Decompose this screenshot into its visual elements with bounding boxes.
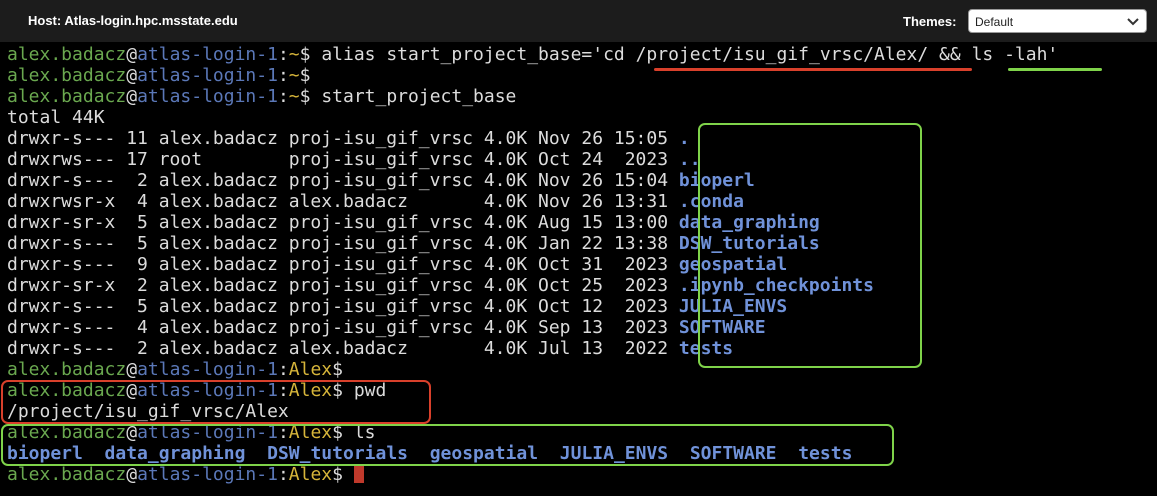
prompt-sep: : xyxy=(277,464,289,485)
prompt-path: ~ xyxy=(288,86,300,107)
session-header: Host: Atlas-login.hpc.msstate.edu Themes… xyxy=(0,0,1157,42)
prompt-host: atlas-login-1 xyxy=(137,359,278,380)
command-text: alias start_project_base='cd xyxy=(310,44,636,65)
listing-row-name: . xyxy=(678,128,690,149)
prompt-line-current: alex.badacz@atlas-login-1:Alex$ xyxy=(7,464,1157,485)
listing-row-info: drwxr-s--- 5 alex.badacz proj-isu_gif_vr… xyxy=(7,296,679,317)
listing-row-info: drwxr-sr-x 2 alex.badacz proj-isu_gif_vr… xyxy=(7,275,679,296)
prompt-host: atlas-login-1 xyxy=(137,86,278,107)
prompt-path: Alex xyxy=(288,464,333,485)
ls-annotation-box xyxy=(1,424,894,466)
prompt-path: Alex xyxy=(288,359,333,380)
listing-row: drwxrwsr-x 4 alex.badacz alex.badacz 4.0… xyxy=(7,191,1157,212)
prompt-user: alex.badacz xyxy=(7,44,127,65)
listing-row: drwxr-s--- 4 alex.badacz proj-isu_gif_vr… xyxy=(7,317,1157,338)
listing-row-info: drwxr-s--- 2 alex.badacz proj-isu_gif_vr… xyxy=(7,170,679,191)
theme-select-value: Default xyxy=(975,15,1014,29)
prompt-user: alex.badacz xyxy=(7,65,127,86)
prompt-host: atlas-login-1 xyxy=(137,65,278,86)
prompt-line-alias: alex.badacz@atlas-login-1:~$ alias start… xyxy=(7,44,1157,65)
command-text: start_project_base xyxy=(310,86,517,107)
prompt-user: alex.badacz xyxy=(7,359,127,380)
prompt-line-start-project: alex.badacz@atlas-login-1:~$ start_proje… xyxy=(7,86,1157,107)
path-underline-annotation xyxy=(654,68,972,71)
prompt-sep: : xyxy=(277,65,289,86)
prompt-at: @ xyxy=(126,65,138,86)
prompt-sep: : xyxy=(277,359,289,380)
listing-row: drwxr-s--- 5 alex.badacz proj-isu_gif_vr… xyxy=(7,233,1157,254)
prompt-line-empty: alex.badacz@atlas-login-1:Alex$ xyxy=(7,359,1157,380)
listing-row: drwxrws--- 17 root proj-isu_gif_vrsc 4.0… xyxy=(7,149,1157,170)
prompt-host: atlas-login-1 xyxy=(137,464,278,485)
prompt-at: @ xyxy=(126,44,138,65)
prompt-sep: : xyxy=(277,86,289,107)
prompt-char: $ xyxy=(332,464,343,485)
command-text: ' xyxy=(1047,44,1059,65)
command-ls: ls -lah xyxy=(971,44,1048,65)
prompt-char: $ xyxy=(299,44,311,65)
theme-select[interactable]: Default xyxy=(968,9,1147,33)
command-text xyxy=(343,464,354,485)
prompt-path: ~ xyxy=(288,65,300,86)
prompt-sep: : xyxy=(277,44,289,65)
prompt-at: @ xyxy=(126,86,138,107)
prompt-at: @ xyxy=(126,359,138,380)
prompt-host: atlas-login-1 xyxy=(137,44,278,65)
prompt-user: alex.badacz xyxy=(7,464,127,485)
listing-row-info: drwxr-s--- 9 alex.badacz proj-isu_gif_vr… xyxy=(7,254,679,275)
listing-row: drwxr-sr-x 2 alex.badacz proj-isu_gif_vr… xyxy=(7,275,1157,296)
listing-row: drwxr-s--- 2 alex.badacz proj-isu_gif_vr… xyxy=(7,170,1157,191)
prompt-path: ~ xyxy=(288,44,300,65)
prompt-char: $ xyxy=(299,65,311,86)
command-text: && xyxy=(928,44,972,65)
listing-row-info: drwxr-s--- 4 alex.badacz proj-isu_gif_vr… xyxy=(7,317,679,338)
listing-row-info: drwxr-s--- 11 alex.badacz proj-isu_gif_v… xyxy=(7,128,679,149)
listing-row: drwxr-s--- 9 alex.badacz proj-isu_gif_vr… xyxy=(7,254,1157,275)
listing-row-info: drwxr-s--- 5 alex.badacz proj-isu_gif_vr… xyxy=(7,233,679,254)
ls-total: total 44K xyxy=(7,107,105,128)
listing-row: drwxr-s--- 5 alex.badacz proj-isu_gif_vr… xyxy=(7,296,1157,317)
listing-row: drwxr-s--- 2 alex.badacz alex.badacz 4.0… xyxy=(7,338,1157,359)
dir-names-annotation-box xyxy=(698,123,922,368)
prompt-line-empty: alex.badacz@atlas-login-1:~$ xyxy=(7,65,1157,86)
chevron-down-icon xyxy=(1127,18,1139,26)
prompt-at: @ xyxy=(126,464,138,485)
listing-row: drwxr-sr-x 5 alex.badacz proj-isu_gif_vr… xyxy=(7,212,1157,233)
host-label: Host: Atlas-login.hpc.msstate.edu xyxy=(28,13,238,28)
listing-row-info: drwxrws--- 17 root proj-isu_gif_vrsc 4.0… xyxy=(7,149,679,170)
listing-row-info: drwxr-sr-x 5 alex.badacz proj-isu_gif_vr… xyxy=(7,212,679,233)
ls-underline-annotation xyxy=(1008,68,1102,71)
directory-listing: drwxr-s--- 11 alex.badacz proj-isu_gif_v… xyxy=(7,128,1157,359)
text-cursor xyxy=(353,465,364,483)
listing-row-info: drwxrwsr-x 4 alex.badacz alex.badacz 4.0… xyxy=(7,191,679,212)
prompt-char: $ xyxy=(299,86,311,107)
listing-row-info: drwxr-s--- 2 alex.badacz alex.badacz 4.0… xyxy=(7,338,679,359)
prompt-char: $ xyxy=(332,359,343,380)
pwd-annotation-box xyxy=(1,380,431,424)
command-path: /project/isu_gif_vrsc/Alex/ xyxy=(635,44,929,65)
listing-row: drwxr-s--- 11 alex.badacz proj-isu_gif_v… xyxy=(7,128,1157,149)
prompt-user: alex.badacz xyxy=(7,86,127,107)
themes-label: Themes: xyxy=(903,14,957,29)
